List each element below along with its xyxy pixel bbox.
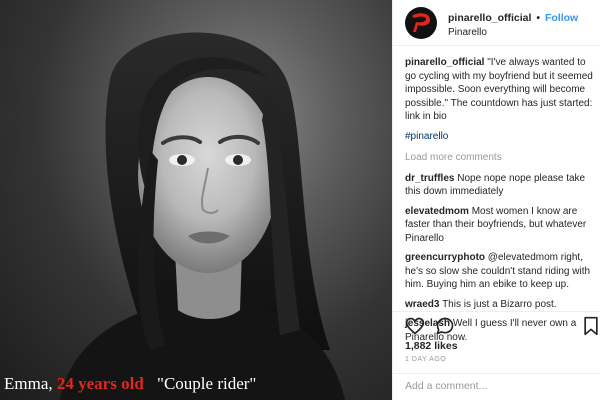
post-side-panel: pinarello_official • Follow Pinarello pi… [392, 0, 600, 400]
caption-name: Emma, [4, 374, 53, 393]
header-separator: • [536, 12, 541, 24]
post-photo: Emma, 24 years old "Couple rider" [0, 0, 392, 400]
photo-caption-overlay: Emma, 24 years old "Couple rider" [4, 374, 256, 394]
bookmark-icon[interactable] [581, 316, 600, 336]
header-subtitle[interactable]: Pinarello [448, 27, 487, 38]
post-actions-bar [405, 316, 598, 338]
heart-icon[interactable] [405, 316, 425, 336]
header-username-row: pinarello_official • Follow [448, 12, 578, 24]
post-timestamp[interactable]: 1 DAY AGO [405, 356, 446, 363]
likes-count[interactable]: 1,882 likes [405, 340, 458, 352]
comment-text: This is just a Bizarro post. [442, 298, 557, 310]
list-item: greencurryphoto @elevatedmom right, he's… [405, 251, 597, 292]
add-comment-input[interactable] [405, 380, 591, 392]
caption-comment: pinarello_official "I've always wanted t… [405, 56, 597, 124]
caption-quote: "Couple rider" [157, 374, 257, 393]
list-item: dr_truffles Nope nope nope please take t… [405, 172, 597, 199]
comments-list: pinarello_official "I've always wanted t… [405, 56, 597, 350]
comment-username[interactable]: elevatedmom [405, 206, 469, 217]
list-item: elevatedmom Most women I know are faster… [405, 205, 597, 246]
follow-button[interactable]: Follow [545, 12, 578, 24]
header-username[interactable]: pinarello_official [448, 12, 531, 24]
load-more-comments-button[interactable]: Load more comments [405, 151, 597, 165]
hashtag-link[interactable]: #pinarello [405, 130, 597, 144]
post-header: pinarello_official • Follow Pinarello [393, 0, 600, 46]
pinarello-logo-icon [412, 13, 431, 32]
comment-box-divider [393, 373, 600, 374]
comment-username[interactable]: greencurryphoto [405, 252, 485, 263]
caption-username[interactable]: pinarello_official [405, 57, 484, 68]
portrait-illustration [60, 32, 345, 400]
caption-age: 24 years old [56, 374, 144, 393]
comment-username[interactable]: wraed3 [405, 299, 439, 310]
comment-username[interactable]: dr_truffles [405, 173, 454, 184]
actions-divider [393, 311, 600, 312]
pinarello-logo-avatar[interactable] [405, 7, 437, 39]
list-item: wraed3 This is just a Bizarro post. [405, 298, 597, 312]
comment-icon[interactable] [435, 316, 455, 336]
